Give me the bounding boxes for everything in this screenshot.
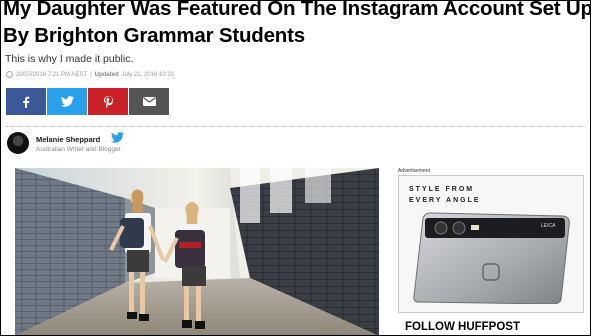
share-twitter-button[interactable] xyxy=(47,88,87,115)
updated-date: July 21, 2016 10:33 xyxy=(121,71,174,78)
article-timestamp: 20/07/2016 7:21 PM AEST | Updated July 2… xyxy=(6,71,174,78)
pinterest-icon xyxy=(103,95,113,108)
updated-label: Updated xyxy=(94,71,119,78)
article-subhead: This is why I made it public. xyxy=(5,53,134,65)
facebook-icon xyxy=(23,96,30,108)
twitter-icon xyxy=(60,96,74,107)
advertisement-label: Advertisement xyxy=(398,168,430,174)
author-avatar[interactable] xyxy=(7,132,29,154)
author-name[interactable]: Melanie Sheppard xyxy=(36,135,100,144)
ad-headline-line1: STYLE FROM xyxy=(409,186,475,193)
advertisement-banner[interactable]: STYLE FROM EVERY ANGLE LEICA xyxy=(398,175,584,313)
page-frame: My Daughter Was Featured On The Instagra… xyxy=(0,0,591,336)
schoolgirls-hallway-photo xyxy=(15,168,379,335)
clock-icon xyxy=(6,71,13,78)
share-pinterest-button[interactable] xyxy=(88,88,128,115)
phone-brand: LEICA xyxy=(541,223,556,229)
author-title: Australian Writer and Blogger xyxy=(36,146,121,153)
published-date: 20/07/2016 7:21 PM AEST xyxy=(16,71,88,78)
article-hero-image xyxy=(15,168,379,335)
ad-headline-line2: EVERY ANGLE xyxy=(409,197,481,204)
mail-icon xyxy=(142,97,156,106)
twitter-icon[interactable] xyxy=(111,132,124,143)
section-divider xyxy=(6,126,586,127)
share-facebook-button[interactable] xyxy=(6,88,46,115)
share-email-button[interactable] xyxy=(129,88,169,115)
article-headline: My Daughter Was Featured On The Instagra… xyxy=(3,0,591,47)
follow-heading: FOLLOW HUFFPOST xyxy=(405,321,520,333)
smartphone-image: LEICA xyxy=(413,212,570,304)
